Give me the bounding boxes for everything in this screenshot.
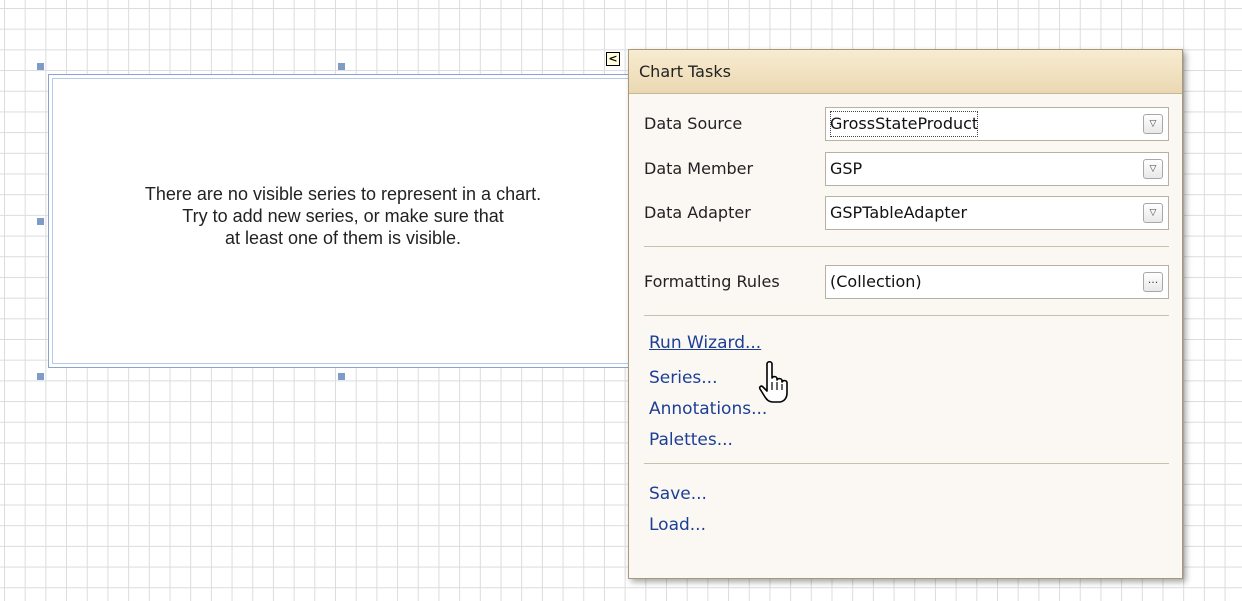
separator — [644, 246, 1169, 247]
resize-handle-bottom-left[interactable] — [37, 373, 44, 380]
data-source-combo[interactable]: GrossStateProduct ▽ — [825, 107, 1169, 141]
data-member-row: Data Member GSP ▽ — [644, 152, 1169, 186]
save-link[interactable]: Save... — [649, 482, 707, 506]
resize-handle-bottom-middle[interactable] — [338, 373, 345, 380]
resize-handle-top-middle[interactable] — [338, 63, 345, 70]
chart-message-line-3: at least one of them is visible. — [224, 228, 462, 248]
data-member-value[interactable]: GSP — [830, 153, 862, 185]
resize-handle-top-left[interactable] — [37, 63, 44, 70]
data-adapter-combo[interactable]: GSPTableAdapter ▽ — [825, 196, 1169, 230]
chart-tasks-panel: Chart Tasks Data Source GrossStateProduc… — [628, 49, 1183, 579]
run-wizard-link[interactable]: Run Wizard... — [649, 331, 761, 355]
formatting-rules-row: Formatting Rules (Collection) ... — [644, 265, 1169, 299]
formatting-rules-value[interactable]: (Collection) — [830, 266, 922, 298]
data-source-label: Data Source — [644, 114, 743, 133]
smart-tag-button[interactable]: < — [606, 52, 620, 66]
data-source-value[interactable]: GrossStateProduct — [827, 108, 981, 140]
chart-control[interactable]: There are no visible series to represent… — [48, 74, 638, 368]
separator — [644, 315, 1169, 316]
resize-handle-middle-left[interactable] — [37, 218, 44, 225]
panel-title: Chart Tasks — [629, 50, 1182, 94]
data-adapter-label: Data Adapter — [644, 203, 751, 222]
load-link[interactable]: Load... — [649, 513, 706, 537]
chart-message-line-2: Try to add new series, or make sure that — [182, 206, 504, 226]
formatting-rules-field[interactable]: (Collection) ... — [825, 265, 1169, 299]
chart-message-line-1: There are no visible series to represent… — [144, 184, 542, 204]
chart-empty-message: There are no visible series to represent… — [49, 183, 637, 249]
formatting-rules-label: Formatting Rules — [644, 272, 780, 291]
data-source-row: Data Source GrossStateProduct ▽ — [644, 107, 1169, 141]
ellipsis-icon[interactable]: ... — [1143, 272, 1163, 292]
data-member-combo[interactable]: GSP ▽ — [825, 152, 1169, 186]
data-adapter-value[interactable]: GSPTableAdapter — [830, 197, 967, 229]
hand-pointer-icon — [758, 360, 788, 403]
chevron-down-icon[interactable]: ▽ — [1143, 203, 1163, 223]
series-link[interactable]: Series... — [649, 366, 718, 390]
palettes-link[interactable]: Palettes... — [649, 428, 733, 452]
chevron-down-icon[interactable]: ▽ — [1143, 159, 1163, 179]
data-member-label: Data Member — [644, 159, 754, 178]
chevron-down-icon[interactable]: ▽ — [1143, 114, 1163, 134]
separator — [644, 463, 1169, 464]
annotations-link[interactable]: Annotations... — [649, 397, 767, 421]
data-adapter-row: Data Adapter GSPTableAdapter ▽ — [644, 196, 1169, 230]
